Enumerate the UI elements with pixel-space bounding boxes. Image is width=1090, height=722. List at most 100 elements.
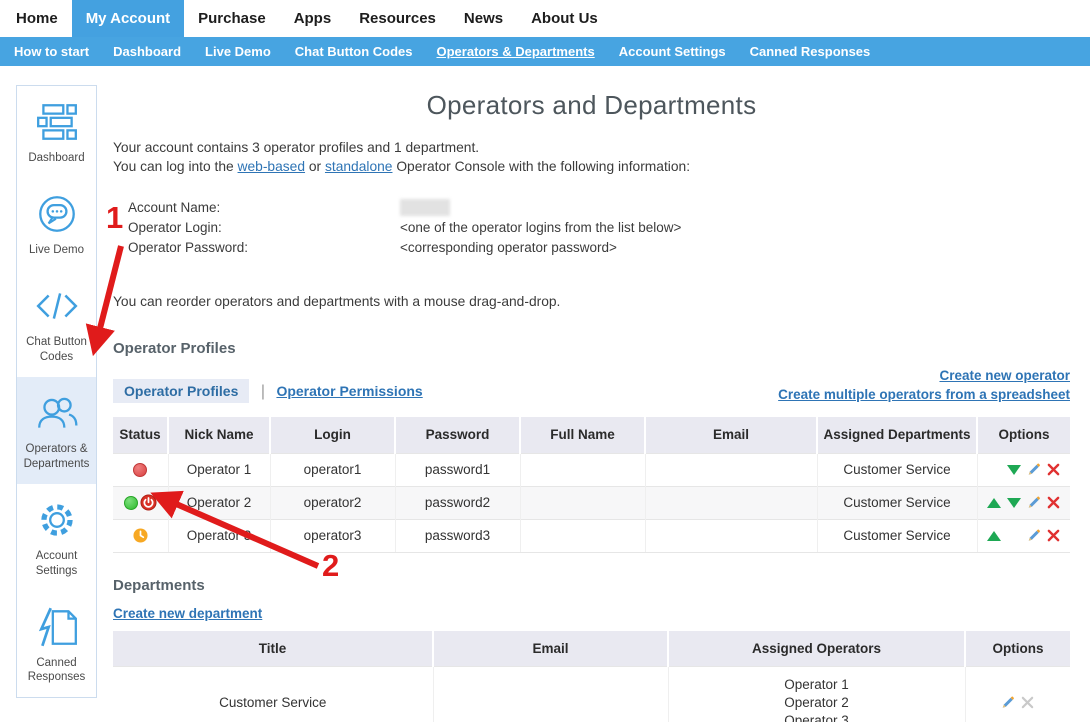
credentials-block: Account Name: Operator Login: <one of th… (128, 197, 1070, 257)
page-title: Operators and Departments (113, 90, 1070, 121)
gear-icon (34, 497, 80, 543)
department-row-1: Customer Service Operator 1 Operator 2 O… (113, 667, 1070, 722)
subnav-item-live-demo[interactable]: Live Demo (193, 37, 283, 66)
edit-icon[interactable] (1027, 529, 1041, 543)
status-away-icon (133, 528, 148, 543)
department-assigned-operators: Operator 1 Operator 2 Operator 3 (668, 667, 965, 722)
col-status: Status (113, 417, 168, 453)
sidebar-item-dashboard[interactable]: Dashboard (17, 86, 96, 178)
credential-row-account-name: Account Name: (128, 197, 1070, 217)
intro-line2-or: or (305, 159, 325, 174)
subnav-item-operators-departments[interactable]: Operators & Departments (425, 37, 607, 66)
operator-tabs-row: Operator Profiles | Operator Permissions… (113, 383, 1070, 409)
canned-responses-icon (34, 604, 80, 650)
col-email: Email (645, 417, 817, 453)
subnav-item-chat-button-codes[interactable]: Chat Button Codes (283, 37, 425, 66)
col-dept-email: Email (433, 631, 668, 667)
col-login: Login (270, 417, 395, 453)
sidebar-label-operators-departments: Operators & Departments (20, 442, 93, 472)
sidebar-item-live-demo[interactable]: Live Demo (17, 178, 96, 270)
operator-2-password: password2 (395, 486, 520, 519)
create-multiple-operators-link[interactable]: Create multiple operators from a spreads… (778, 385, 1070, 404)
edit-icon[interactable] (1001, 696, 1015, 710)
live-demo-icon (34, 191, 80, 237)
operators-table-header: Status Nick Name Login Password Full Nam… (113, 417, 1070, 453)
account-name-redacted-value (400, 199, 450, 216)
tab-separator: | (261, 383, 265, 400)
col-nick-name: Nick Name (168, 417, 270, 453)
logout-power-icon[interactable] (140, 494, 157, 511)
edit-icon[interactable] (1027, 496, 1041, 510)
nav-item-about-us[interactable]: About Us (517, 0, 612, 37)
top-nav: Home My Account Purchase Apps Resources … (0, 0, 1090, 37)
create-new-department-link[interactable]: Create new department (113, 606, 262, 621)
operator-3-departments: Customer Service (817, 519, 977, 552)
operator-2-login: operator2 (270, 486, 395, 519)
subnav-item-how-to-start[interactable]: How to start (2, 37, 101, 66)
move-up-icon[interactable] (987, 496, 1001, 510)
assigned-operator: Operator 3 (669, 712, 965, 722)
delete-icon[interactable] (1047, 463, 1061, 477)
sidebar-label-account-settings: Account Settings (20, 549, 93, 579)
web-based-link[interactable]: web-based (238, 159, 306, 174)
delete-icon[interactable] (1047, 496, 1061, 510)
dashboard-icon (34, 99, 80, 145)
nav-item-apps[interactable]: Apps (280, 0, 346, 37)
operator-2-departments: Customer Service (817, 486, 977, 519)
sidebar-label-canned-responses: Canned Responses (20, 656, 93, 686)
operator-2-email (645, 486, 817, 519)
tab-operator-permissions[interactable]: Operator Permissions (276, 383, 422, 399)
col-assigned-operators: Assigned Operators (668, 631, 965, 667)
sub-nav: How to start Dashboard Live Demo Chat Bu… (0, 37, 1090, 66)
operator-profiles-heading: Operator Profiles (113, 340, 1070, 357)
sidebar-item-account-settings[interactable]: Account Settings (17, 484, 96, 591)
delete-disabled-icon (1021, 696, 1035, 710)
sidebar-label-dashboard: Dashboard (20, 151, 93, 166)
sidebar-label-chat-button-codes: Chat Button Codes (20, 335, 93, 365)
subnav-item-dashboard[interactable]: Dashboard (101, 37, 193, 66)
operator-login-value: <one of the operator logins from the lis… (400, 220, 681, 235)
account-name-label: Account Name: (128, 200, 400, 215)
sidebar-item-chat-button-codes[interactable]: Chat Button Codes (17, 270, 96, 377)
intro-line-1: Your account contains 3 operator profile… (113, 138, 1070, 157)
delete-icon[interactable] (1047, 529, 1061, 543)
reorder-note: You can reorder operators and department… (113, 294, 1070, 309)
empty-slot (1007, 529, 1021, 543)
operators-icon (34, 390, 80, 436)
standalone-link[interactable]: standalone (325, 159, 393, 174)
move-down-icon[interactable] (1007, 496, 1021, 510)
status-online-icon (124, 496, 138, 510)
sidebar-item-operators-departments[interactable]: Operators & Departments (17, 377, 96, 484)
tab-operator-profiles[interactable]: Operator Profiles (113, 379, 249, 403)
subnav-item-account-settings[interactable]: Account Settings (607, 37, 738, 66)
nav-item-my-account[interactable]: My Account (72, 0, 184, 37)
subnav-item-canned-responses[interactable]: Canned Responses (738, 37, 883, 66)
nav-item-purchase[interactable]: Purchase (184, 0, 280, 37)
departments-table-header: Title Email Assigned Operators Options (113, 631, 1070, 667)
edit-icon[interactable] (1027, 463, 1041, 477)
assigned-operator: Operator 1 (669, 676, 965, 694)
operator-3-full-name (520, 519, 645, 552)
operators-table: Status Nick Name Login Password Full Nam… (113, 417, 1070, 553)
main-content: Operators and Departments Your account c… (113, 66, 1070, 722)
move-down-icon[interactable] (1007, 463, 1021, 477)
operator-1-nick: Operator 1 (168, 453, 270, 486)
intro-line-2: You can log into the web-based or standa… (113, 157, 1070, 176)
credential-row-operator-password: Operator Password: <corresponding operat… (128, 237, 1070, 257)
operator-password-value: <corresponding operator password> (400, 240, 617, 255)
operator-1-full-name (520, 453, 645, 486)
sidebar-item-canned-responses[interactable]: Canned Responses (17, 591, 96, 698)
col-full-name: Full Name (520, 417, 645, 453)
departments-heading: Departments (113, 577, 1070, 594)
operator-1-email (645, 453, 817, 486)
create-new-operator-link[interactable]: Create new operator (778, 366, 1070, 385)
code-icon (34, 283, 80, 329)
operator-login-label: Operator Login: (128, 220, 400, 235)
nav-item-home[interactable]: Home (2, 0, 72, 37)
move-up-icon[interactable] (987, 529, 1001, 543)
nav-item-news[interactable]: News (450, 0, 517, 37)
status-offline-icon (133, 463, 147, 477)
nav-item-resources[interactable]: Resources (345, 0, 450, 37)
operator-2-nick: Operator 2 (168, 486, 270, 519)
operator-password-label: Operator Password: (128, 240, 400, 255)
